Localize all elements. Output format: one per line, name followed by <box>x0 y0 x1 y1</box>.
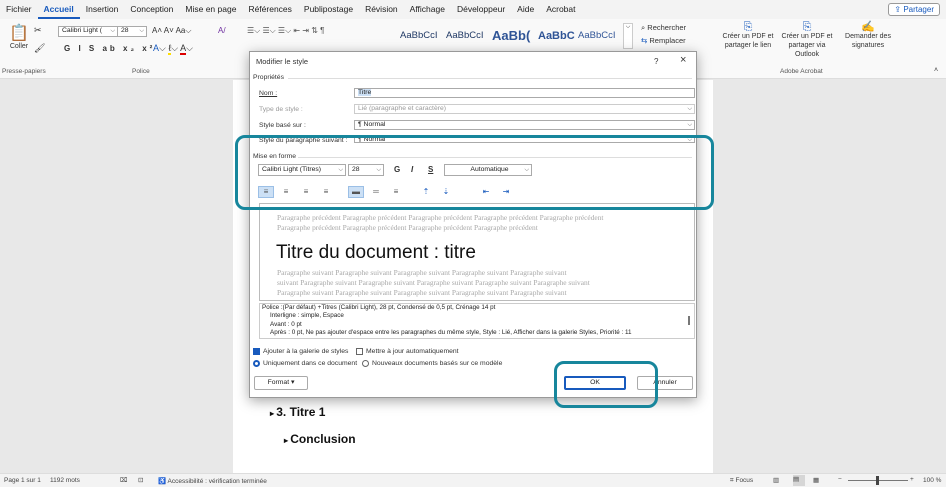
add-gallery-label: Ajouter à la galerie de styles <box>263 348 349 355</box>
chevron-down-icon: ⌵ <box>687 122 692 128</box>
tab-publipostage[interactable]: Publipostage <box>298 0 359 19</box>
zoom-in-icon[interactable]: + <box>910 476 914 483</box>
pdf-icon: ⎘ <box>743 21 753 33</box>
pdf-icon: ⎘ <box>802 21 812 33</box>
outline-heading-3[interactable]: ▸ 3. Titre 1 <box>270 405 325 419</box>
preview-next-line-3: Paragraphe suivant Paragraphe suivant Pa… <box>277 288 567 297</box>
acrobat-share-outlook[interactable]: ⎘ Créer un PDF et partager via Outlook <box>776 21 838 59</box>
tab-accueil[interactable]: Accueil <box>37 0 80 19</box>
paragraph-buttons[interactable]: ☰⌵ ☰⌵ ☰⌵ ⇤ ⇥ ⇅ ¶ <box>247 26 324 36</box>
styles-scroll[interactable]: ⌵ <box>623 23 633 49</box>
only-doc-label: Uniquement dans ce document <box>263 360 358 367</box>
style-titre-1[interactable]: AaBb( <box>492 23 538 49</box>
grow-font-icon[interactable]: A˄ A˅ Aa⌵ <box>152 26 191 36</box>
tab-conception[interactable]: Conception <box>124 0 179 19</box>
preview-next-line-2: suivant Paragraphe suivant Paragraphe su… <box>277 278 590 287</box>
accessibility-icon: ♿ <box>158 478 168 485</box>
style-preview: Paragraphe précédent Paragraphe précéden… <box>259 203 695 301</box>
search-button[interactable]: ⌕ Rechercher <box>641 23 686 33</box>
section-properties: Propriétés <box>253 74 284 81</box>
proofing-icon[interactable]: ⌧ <box>120 476 128 484</box>
acrobat-share-link[interactable]: ⎘ Créer un PDF et partager le lien <box>718 21 778 50</box>
share-button[interactable]: ⇪ Partager <box>888 3 940 16</box>
signature-icon: ✍ <box>861 21 875 33</box>
tab-developpeur[interactable]: Développeur <box>451 0 511 19</box>
chevron-down-icon: ⌵ <box>139 28 144 34</box>
focus-button[interactable]: ⌗ Focus <box>730 477 753 485</box>
preview-prev-line-1: Paragraphe précédent Paragraphe précéden… <box>277 213 604 222</box>
style-name-input[interactable]: Titre <box>354 88 695 98</box>
auto-update-label: Mettre à jour automatiquement <box>366 348 459 355</box>
group-font-label: Police <box>132 68 150 75</box>
description-scrollbar[interactable] <box>688 316 690 325</box>
text-effects-icon[interactable]: A⌵ ℓ⌵ A⌵ <box>153 43 193 55</box>
divider <box>288 78 692 79</box>
acrobat-request-signatures[interactable]: ✍ Demander des signatures <box>838 21 898 50</box>
word-count[interactable]: 1192 mots <box>50 477 80 484</box>
type-label: Type de style : <box>259 106 303 113</box>
font-size-select[interactable]: 28 ⌵ <box>117 26 147 37</box>
print-layout-icon[interactable]: ▤ <box>793 475 805 486</box>
style-type-select: Lié (paragraphe et caractère) ⌵ <box>354 104 695 114</box>
preview-prev-line-2: Paragraphe précédent Paragraphe précéden… <box>277 223 538 232</box>
group-acrobat-label: Adobe Acrobat <box>780 68 823 75</box>
macro-icon[interactable]: ⊡ <box>138 476 143 484</box>
collapse-ribbon-icon[interactable]: ˄ <box>934 67 938 74</box>
zoom-out-icon[interactable]: − <box>838 476 842 483</box>
menu-bar: Fichier Accueil Insertion Conception Mis… <box>0 0 946 19</box>
outline-conclusion[interactable]: ▸ Conclusion <box>284 432 356 446</box>
based-on-label: Style basé sur : <box>259 122 306 129</box>
read-mode-icon[interactable]: ▥ <box>773 476 779 484</box>
format-painter-icon[interactable]: 🖌 <box>34 43 45 54</box>
only-doc-radio[interactable] <box>253 360 260 367</box>
preview-title: Titre du document : titre <box>276 242 476 263</box>
text-format-buttons[interactable]: G I S ab x₂ x² <box>64 44 155 53</box>
style-normal[interactable]: AaBbCcI <box>400 23 446 49</box>
replace-button[interactable]: ⇆ Remplacer <box>641 36 686 45</box>
based-on-select[interactable]: ¶ Normal ⌵ <box>354 120 695 130</box>
tab-acrobat[interactable]: Acrobat <box>540 0 581 19</box>
tab-revision[interactable]: Révision <box>359 0 404 19</box>
clear-format-icon[interactable]: A/ <box>218 26 226 35</box>
cut-icon[interactable]: ✂ <box>34 25 42 36</box>
help-button[interactable]: ? <box>654 57 658 66</box>
status-bar: Page 1 sur 1 1192 mots ⌧ ⊡ ♿ Accessibili… <box>0 473 946 487</box>
preview-next-line-1: Paragraphe suivant Paragraphe suivant Pa… <box>277 268 567 277</box>
close-icon[interactable]: × <box>680 54 686 66</box>
accessibility-status[interactable]: ♿ Accessibilité : vérification terminée <box>158 477 267 485</box>
name-label: Nom : <box>259 90 278 97</box>
share-icon: ⇪ <box>894 5 904 14</box>
auto-update-checkbox[interactable] <box>356 348 363 355</box>
style-description: Police :(Par défaut) +Titres (Calibri Li… <box>259 303 695 339</box>
dialog-title: Modifier le style <box>256 57 309 66</box>
highlight-format-section <box>235 135 714 210</box>
add-gallery-checkbox[interactable] <box>253 348 260 355</box>
tab-mise-en-page[interactable]: Mise en page <box>179 0 242 19</box>
tab-affichage[interactable]: Affichage <box>404 0 451 19</box>
new-docs-radio[interactable] <box>362 360 369 367</box>
tab-aide[interactable]: Aide <box>511 0 540 19</box>
tab-references[interactable]: Références <box>242 0 297 19</box>
clipboard-icon: 📋 <box>9 25 29 42</box>
modify-style-dialog: Modifier le style ? × Propriétés Nom : T… <box>249 51 697 398</box>
style-titre-2[interactable]: AaBbC <box>538 23 578 49</box>
zoom-level[interactable]: 100 % <box>923 477 941 484</box>
group-clipboard-label: Presse-papiers <box>2 68 46 75</box>
font-name-select[interactable]: Calibri Light (⌵ <box>58 26 118 37</box>
web-layout-icon[interactable]: ▦ <box>813 476 819 484</box>
page-count[interactable]: Page 1 sur 1 <box>4 477 41 484</box>
new-docs-label: Nouveaux documents basés sur ce modèle <box>372 360 503 367</box>
tab-fichier[interactable]: Fichier <box>0 0 38 19</box>
style-titre-3[interactable]: AaBbCcI <box>578 23 620 49</box>
highlight-ok-button <box>554 361 658 408</box>
tab-insertion[interactable]: Insertion <box>80 0 125 19</box>
format-menu-button[interactable]: Format ▾ <box>254 376 308 390</box>
style-sans-int[interactable]: AaBbCcI <box>446 23 492 49</box>
paste-button[interactable]: 📋 Coller <box>6 23 32 63</box>
zoom-slider-thumb[interactable] <box>876 476 879 485</box>
chevron-down-icon: ⌵ <box>110 28 115 34</box>
chevron-down-icon: ⌵ <box>687 106 692 112</box>
